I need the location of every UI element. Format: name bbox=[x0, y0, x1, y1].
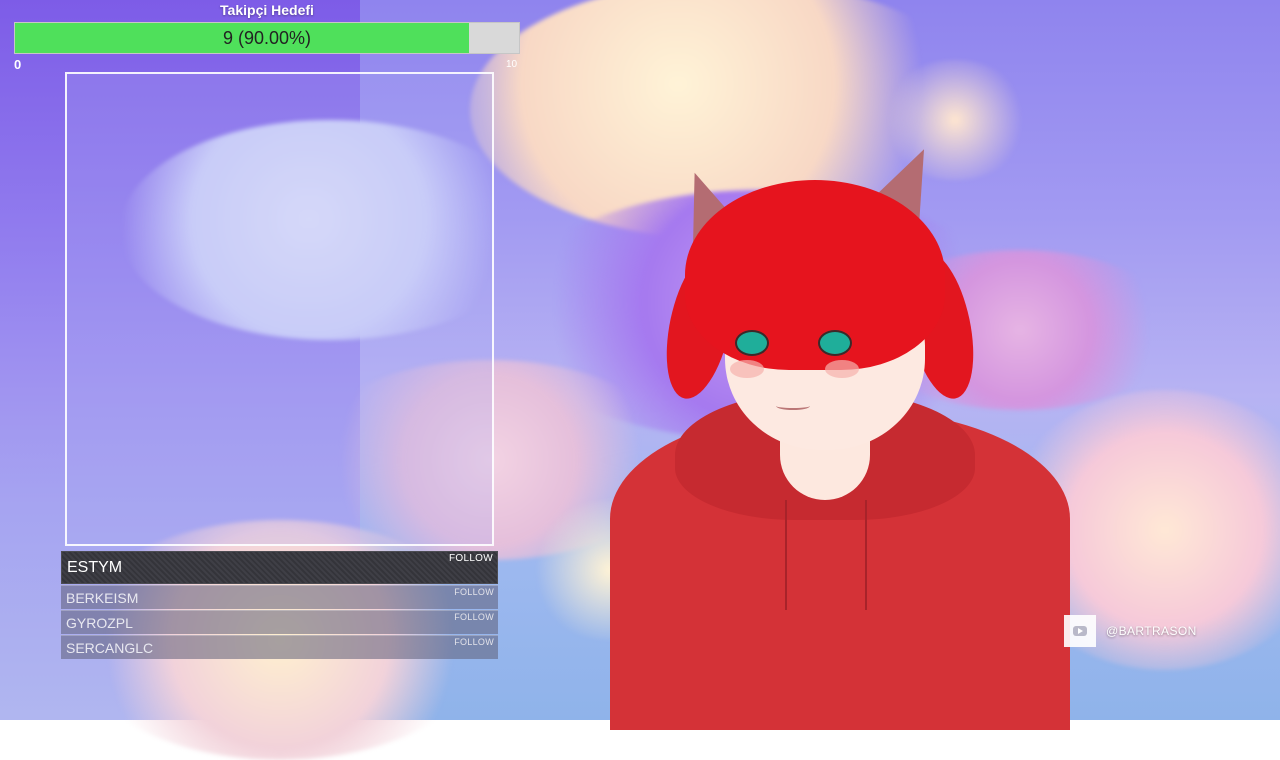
camera-frame bbox=[65, 72, 494, 546]
follow-tag: FOLLOW bbox=[454, 637, 494, 647]
vtuber-avatar bbox=[580, 134, 1100, 730]
follower-row: GYROZPL FOLLOW bbox=[61, 610, 498, 634]
follower-row: BERKEISM FOLLOW bbox=[61, 585, 498, 609]
goal-max-label: 10 bbox=[506, 59, 518, 70]
recent-followers-list: ESTYM FOLLOW BERKEISM FOLLOW GYROZPL FOL… bbox=[61, 551, 498, 659]
follower-name: BERKEISM bbox=[66, 590, 139, 606]
follower-name: SERCANGLC bbox=[66, 640, 154, 656]
goal-min-label: 0 bbox=[14, 57, 22, 72]
avatar-eye bbox=[818, 330, 852, 356]
goal-title: Takipçi Hedefi bbox=[220, 2, 314, 18]
youtube-icon bbox=[1064, 615, 1096, 647]
avatar-blush bbox=[825, 360, 859, 378]
avatar-hair bbox=[685, 180, 945, 370]
hoodie-string bbox=[865, 500, 867, 610]
hoodie-string bbox=[785, 500, 787, 610]
follower-row: SERCANGLC FOLLOW bbox=[61, 635, 498, 659]
follow-tag: FOLLOW bbox=[454, 612, 494, 622]
goal-progress-text: 9 (90.00%) bbox=[222, 27, 312, 48]
follower-name: ESTYM bbox=[67, 559, 123, 576]
avatar-eye bbox=[735, 330, 769, 356]
social-handle: @BARTRASON bbox=[1064, 615, 1197, 647]
follow-tag: FOLLOW bbox=[454, 587, 494, 597]
goal-progress-bar: 9 (90.00%) bbox=[14, 22, 520, 54]
follow-tag: FOLLOW bbox=[448, 553, 493, 564]
follower-row-latest: ESTYM FOLLOW bbox=[61, 551, 498, 584]
avatar-mouth bbox=[776, 402, 810, 410]
follower-name: GYROZPL bbox=[66, 615, 133, 631]
social-handle-text: @BARTRASON bbox=[1106, 624, 1197, 638]
avatar-blush bbox=[730, 360, 764, 378]
